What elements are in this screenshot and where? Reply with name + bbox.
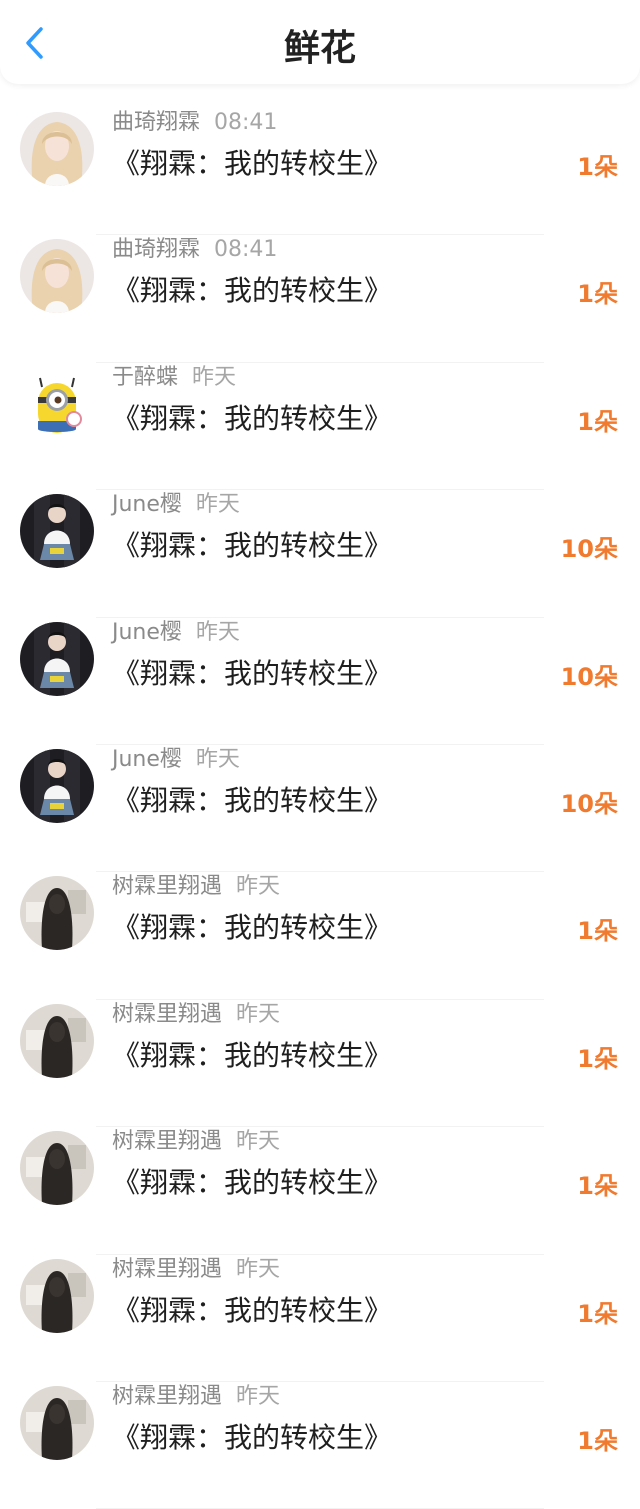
flower-count: 1朵 [577,1044,618,1073]
blonde-girl-avatar[interactable] [20,239,94,314]
list-item[interactable]: 树霖里翔遇 昨天 《翔霖：我的转校生》 1朵 [0,1127,640,1255]
flower-count: 1朵 [577,280,618,309]
item-meta: June樱 昨天 [112,745,240,775]
username: 树霖里翔遇 [112,874,223,900]
hooded-figure-avatar[interactable] [20,1258,94,1333]
username: June樱 [112,746,182,772]
item-meta: 曲琦翔霖 08:41 [112,235,277,265]
work-title: 《翔霖：我的转校生》 [112,1166,393,1200]
list-item[interactable]: 曲琦翔霖 08:41 《翔霖：我的转校生》 1朵 [0,108,640,236]
work-title: 《翔霖：我的转校生》 [112,1038,393,1072]
work-title: 《翔霖：我的转校生》 [112,529,393,563]
list-item[interactable]: June樱 昨天 《翔霖：我的转校生》 10朵 [0,618,640,745]
username: 曲琦翔霖 [112,237,201,263]
username: June樱 [112,492,182,518]
flower-count: 1朵 [577,917,618,946]
work-title: 《翔霖：我的转校生》 [112,401,393,435]
page-title: 鲜花 [283,28,356,69]
timestamp: 昨天 [236,1001,281,1027]
item-meta: June樱 昨天 [112,490,240,520]
username: June樱 [112,619,182,645]
timestamp: 08:41 [214,237,278,263]
username: 树霖里翔遇 [112,1129,223,1155]
blonde-girl-avatar[interactable] [20,112,94,186]
flower-count: 10朵 [560,789,618,818]
work-title: 《翔霖：我的转校生》 [112,656,393,690]
timestamp: 昨天 [236,1256,281,1282]
boy-sitting-avatar[interactable] [20,494,94,569]
boy-sitting-avatar[interactable] [20,748,94,823]
work-title: 《翔霖：我的转校生》 [112,911,393,945]
item-meta: 树霖里翔遇 昨天 [112,872,280,902]
work-title: 《翔霖：我的转校生》 [112,147,393,180]
list-item[interactable]: 树霖里翔遇 昨天 《翔霖：我的转校生》 1朵 [0,1382,640,1509]
timestamp: 08:41 [214,110,278,135]
username: 树霖里翔遇 [112,1256,223,1282]
timestamp: 昨天 [236,1129,281,1155]
timestamp: 昨天 [236,1383,281,1409]
timestamp: 昨天 [195,746,240,772]
username: 曲琦翔霖 [112,110,201,135]
hooded-figure-avatar[interactable] [20,876,94,951]
work-title: 《翔霖：我的转校生》 [112,1293,393,1327]
list-item[interactable]: June樱 昨天 《翔霖：我的转校生》 10朵 [0,745,640,873]
flower-count: 10朵 [560,535,618,564]
timestamp: 昨天 [236,874,281,900]
work-title: 《翔霖：我的转校生》 [112,1420,393,1454]
hooded-figure-avatar[interactable] [20,1003,94,1078]
item-meta: June樱 昨天 [112,618,240,648]
username: 于醉蝶 [112,364,179,390]
timestamp: 昨天 [195,619,240,645]
item-meta: 树霖里翔遇 昨天 [112,1255,280,1285]
list-item[interactable]: 曲琦翔霖 08:41 《翔霖：我的转校生》 1朵 [0,235,640,363]
hooded-figure-avatar[interactable] [20,1131,94,1206]
timestamp: 昨天 [195,492,240,518]
list-item[interactable]: 树霖里翔遇 昨天 《翔霖：我的转校生》 1朵 [0,1000,640,1128]
item-meta: 树霖里翔遇 昨天 [112,1127,280,1157]
list-item[interactable]: June樱 昨天 《翔霖：我的转校生》 10朵 [0,490,640,618]
item-meta: 树霖里翔遇 昨天 [112,1000,280,1030]
item-meta: 于醉蝶 昨天 [112,363,236,393]
flower-count: 1朵 [577,153,618,181]
list-item[interactable]: 于醉蝶 昨天 《翔霖：我的转校生》 1朵 [0,363,640,491]
minion-avatar[interactable] [20,366,94,441]
timestamp: 昨天 [192,364,237,390]
top-bar: 鲜花 [0,0,640,84]
item-meta: 曲琦翔霖 08:41 [112,108,277,138]
hooded-figure-avatar[interactable] [20,1385,94,1460]
username: 树霖里翔遇 [112,1383,223,1409]
username: 树霖里翔遇 [112,1001,223,1027]
boy-sitting-avatar[interactable] [20,621,94,696]
work-title: 《翔霖：我的转校生》 [112,274,393,308]
flower-count: 1朵 [577,407,618,436]
list-item[interactable]: 树霖里翔遇 昨天 《翔霖：我的转校生》 1朵 [0,1255,640,1382]
flower-count: 1朵 [577,1172,618,1201]
flower-count: 1朵 [577,1299,618,1328]
list-item[interactable]: 树霖里翔遇 昨天 《翔霖：我的转校生》 1朵 [0,872,640,1000]
flower-count: 10朵 [560,662,618,691]
work-title: 《翔霖：我的转校生》 [112,783,393,817]
flower-count: 1朵 [577,1426,618,1455]
item-meta: 树霖里翔遇 昨天 [112,1382,280,1412]
flower-list: 曲琦翔霖 08:41 《翔霖：我的转校生》 1朵 曲琦翔霖 08:41 《翔霖：我的… [0,84,640,1509]
